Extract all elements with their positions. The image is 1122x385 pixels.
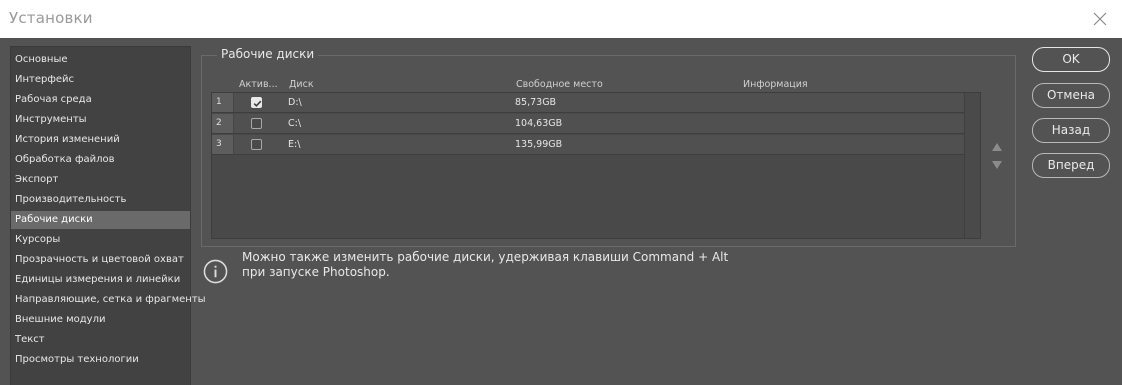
sidebar-item-interface[interactable]: Интерфейс: [11, 71, 190, 89]
sidebar-item-guides[interactable]: Направляющие, сетка и фрагменты: [11, 291, 206, 309]
sidebar-item-tech-previews[interactable]: Просмотры технологии: [11, 351, 190, 369]
sidebar-item-tools[interactable]: Инструменты: [11, 111, 190, 129]
free-space: 104,63GB: [515, 118, 563, 129]
sidebar-item-history[interactable]: История изменений: [11, 131, 190, 149]
note-line-1: Можно также изменить рабочие диски, удер…: [242, 250, 729, 264]
sidebar-item-general[interactable]: Основные: [11, 51, 190, 69]
active-checkbox[interactable]: [251, 139, 262, 150]
sidebar-item-file-handling[interactable]: Обработка файлов: [11, 151, 190, 169]
row-number: 2: [212, 114, 234, 133]
forward-button[interactable]: Вперед: [1032, 153, 1110, 178]
triangle-up-icon[interactable]: [991, 141, 1003, 153]
checkmark-icon: [253, 100, 262, 107]
sidebar-item-units[interactable]: Единицы измерения и линейки: [11, 271, 190, 289]
column-header-info[interactable]: Информация: [743, 79, 808, 90]
column-header-disk[interactable]: Диск: [289, 79, 314, 90]
row-number: 3: [212, 135, 234, 154]
sidebar-item-performance[interactable]: Производительность: [11, 191, 190, 209]
group-title: Рабочие диски: [217, 47, 319, 61]
free-space: 135,99GB: [515, 139, 563, 150]
triangle-down-icon[interactable]: [991, 159, 1003, 171]
info-icon: [203, 259, 228, 284]
title-bar: Установки: [0, 0, 1122, 38]
table-row[interactable]: 3 E:\ 135,99GB: [212, 135, 965, 155]
table-row[interactable]: 2 C:\ 104,63GB: [212, 114, 965, 134]
disk-name: C:\: [288, 118, 302, 129]
sidebar-item-workspace[interactable]: Рабочая среда: [11, 91, 190, 109]
back-button[interactable]: Назад: [1032, 118, 1110, 143]
active-checkbox[interactable]: [251, 118, 262, 129]
scratch-disk-note: Можно также изменить рабочие диски, удер…: [242, 250, 728, 280]
sidebar-item-plugins[interactable]: Внешние модули: [11, 311, 190, 329]
disk-name: E:\: [288, 139, 301, 150]
sidebar-item-scratch-disks[interactable]: Рабочие диски: [11, 211, 190, 229]
table-row[interactable]: 1 D:\ 85,73GB: [212, 93, 965, 113]
note-line-2: при запуске Photoshop.: [242, 265, 390, 279]
sidebar-item-cursors[interactable]: Курсоры: [11, 231, 190, 249]
window-title: Установки: [9, 9, 93, 27]
sidebar: Основные Интерфейс Рабочая среда Инструм…: [10, 46, 206, 385]
cancel-button[interactable]: Отмена: [1032, 83, 1110, 108]
free-space: 85,73GB: [515, 97, 557, 108]
close-icon[interactable]: [1090, 9, 1110, 29]
column-header-active[interactable]: Актив...: [239, 79, 278, 90]
sidebar-item-type[interactable]: Текст: [11, 331, 190, 349]
row-number: 1: [212, 93, 234, 112]
ok-button[interactable]: OK: [1032, 47, 1110, 72]
column-header-free[interactable]: Свободное место: [516, 79, 603, 90]
sidebar-item-export[interactable]: Экспорт: [11, 171, 190, 189]
table-scrollbar[interactable]: [964, 93, 980, 238]
scratch-disks-table: 1 D:\ 85,73GB 2 C:\ 104,63GB 3 E:\ 135,9…: [211, 92, 981, 239]
sidebar-item-transparency[interactable]: Прозрачность и цветовой охват: [11, 251, 190, 269]
disk-name: D:\: [288, 97, 302, 108]
active-checkbox[interactable]: [251, 97, 262, 108]
